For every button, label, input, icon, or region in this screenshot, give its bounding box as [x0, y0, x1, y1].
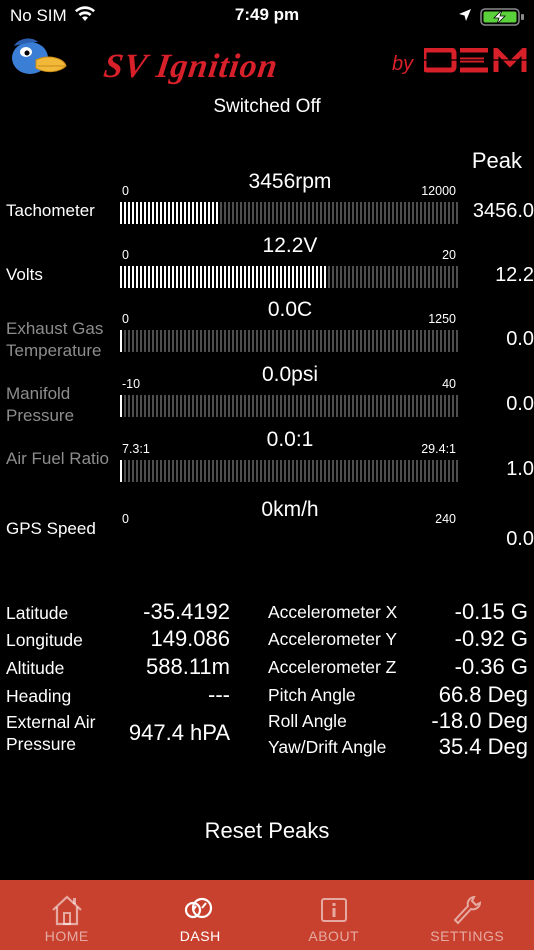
- info-value: -0.36 G: [454, 654, 528, 679]
- gauge-peak: 3456.0: [472, 200, 534, 222]
- gauge-bar: [120, 330, 460, 352]
- gauge-peak: 12.2: [495, 264, 534, 286]
- info-value: 947.4 hPA: [128, 720, 230, 745]
- tab-dash[interactable]: DASH: [134, 880, 268, 950]
- battery-charging-icon: [480, 8, 526, 31]
- info-value: -18.0 Deg: [431, 708, 528, 733]
- info-value: -35.4192: [143, 599, 230, 624]
- wrench-icon: [453, 895, 482, 925]
- tab-dash-label: DASH: [179, 928, 221, 944]
- info-label: Pitch Angle: [268, 685, 356, 705]
- gauge-label: Volts: [6, 265, 43, 284]
- gauge-label: Tachometer: [6, 201, 95, 220]
- gauge-label: GPS Speed: [6, 519, 96, 538]
- info-value: ---: [208, 682, 230, 707]
- gauge-label: Air Fuel Ratio: [6, 449, 109, 468]
- peak-header: Peak: [471, 148, 522, 173]
- gauge-peak: 0.0: [506, 328, 534, 350]
- location-arrow-icon: [458, 8, 472, 27]
- tab-about-label: ABOUT: [308, 928, 360, 944]
- info-label: Accelerometer Z: [268, 657, 397, 677]
- info-value: -0.92 G: [454, 626, 528, 651]
- info-label: Accelerometer X: [268, 602, 398, 622]
- info-value: 66.8 Deg: [438, 682, 528, 707]
- app-brand-title: SV Ignition: [101, 48, 281, 85]
- info-label: Accelerometer Y: [268, 629, 398, 649]
- info-icon: [320, 898, 347, 922]
- gauge-value: 0km/h: [261, 498, 319, 521]
- info-label: External Air Pressure: [6, 712, 96, 754]
- tab-bar: HOME DASH ABOUT SETTINGS: [0, 880, 534, 950]
- info-value: 149.086: [150, 626, 230, 651]
- gauge-peak: 0.0: [506, 393, 534, 415]
- status-bar: No SIM 7:49 pm: [0, 0, 534, 32]
- gauge-label: Exhaust Gas Temperature: [6, 319, 104, 360]
- tab-home-label: HOME: [44, 928, 89, 944]
- gauge-label: Manifold Pressure: [6, 384, 75, 425]
- gauge-peak: 1.0: [506, 458, 534, 480]
- oem-logo: [421, 43, 530, 74]
- ignition-status: Switched Off: [213, 96, 321, 117]
- info-value: 588.11m: [146, 654, 230, 679]
- clock: 7:49 pm: [234, 5, 300, 24]
- duck-logo: [8, 36, 68, 80]
- tab-settings[interactable]: SETTINGS: [401, 880, 534, 950]
- gauge-bar: [120, 266, 460, 288]
- gauge-peak: 0.0: [506, 528, 534, 550]
- gauge-bar: [120, 395, 460, 417]
- gauge-bar: [120, 202, 460, 224]
- home-icon: [52, 895, 82, 926]
- gauge-value: 0.0:1: [266, 428, 314, 451]
- gauge-value: 0.0C: [267, 298, 313, 321]
- tab-about[interactable]: ABOUT: [267, 880, 401, 950]
- info-label: Altitude: [6, 658, 65, 678]
- gauge-value: 3456rpm: [248, 170, 332, 193]
- info-label: Heading: [6, 686, 72, 706]
- info-label: Longitude: [6, 630, 83, 650]
- info-label: Roll Angle: [268, 711, 347, 731]
- info-value: 35.4 Deg: [438, 734, 528, 759]
- tab-home[interactable]: HOME: [0, 880, 134, 950]
- tab-settings-label: SETTINGS: [430, 928, 505, 944]
- gauge-value: 0.0psi: [261, 363, 319, 386]
- by-label: by: [392, 53, 414, 75]
- info-value: -0.15 G: [454, 599, 528, 624]
- reset-peaks-button[interactable]: Reset Peaks: [0, 818, 534, 844]
- gauge-value: 12.2V: [262, 234, 318, 257]
- dash-icon: [185, 897, 213, 919]
- gauge-bar: [120, 460, 460, 482]
- info-label: Yaw/Drift Angle: [268, 737, 387, 757]
- info-label: Latitude: [6, 603, 69, 623]
